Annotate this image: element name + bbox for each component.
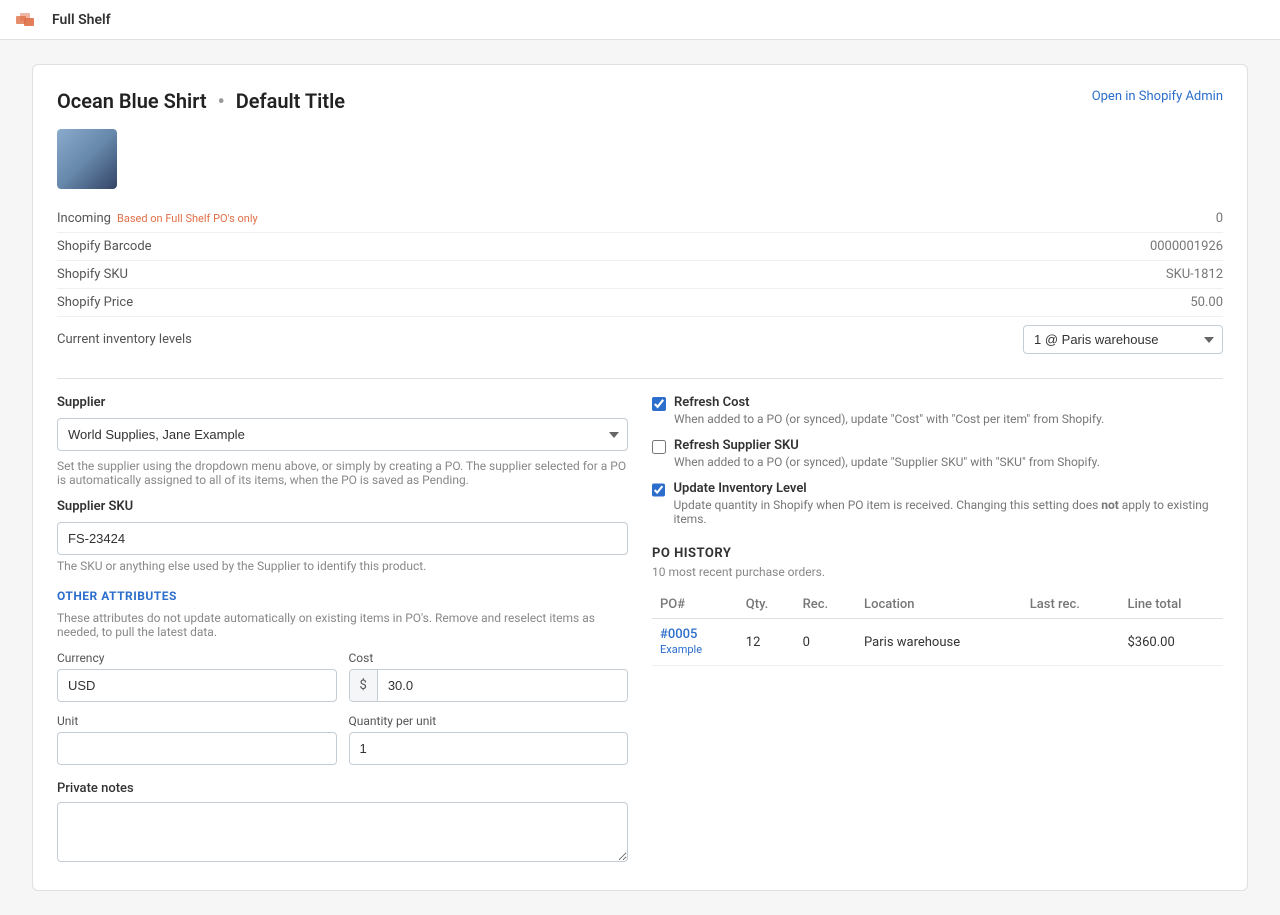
refresh-cost-row: Refresh Cost When added to a PO (or sync… [652, 395, 1223, 426]
po-history-title: PO HISTORY [652, 546, 1223, 561]
po-rec-cell: 0 [795, 619, 856, 666]
open-shopify-link[interactable]: Open in Shopify Admin [1092, 89, 1223, 104]
update-inv-row: Update Inventory Level Update quantity i… [652, 481, 1223, 526]
col-location: Location [856, 591, 1022, 619]
po-link[interactable]: #0005 [660, 627, 697, 642]
private-notes-textarea[interactable] [57, 802, 628, 862]
update-inv-checkbox[interactable] [652, 483, 665, 497]
update-inv-label[interactable]: Update Inventory Level [673, 481, 806, 496]
unit-field-group: Unit [57, 714, 337, 765]
private-notes-label: Private notes [57, 781, 628, 796]
qty-per-unit-label: Quantity per unit [349, 714, 629, 728]
inventory-select[interactable]: 1 @ Paris warehouse All locations London… [1023, 325, 1223, 354]
unit-label: Unit [57, 714, 337, 728]
checkboxes-section: Refresh Cost When added to a PO (or sync… [652, 395, 1223, 526]
po-last-rec-cell [1022, 619, 1120, 666]
unit-qty-row: Unit Quantity per unit [57, 714, 628, 765]
incoming-value: 0 [1216, 211, 1223, 226]
refresh-cost-checkbox[interactable] [652, 397, 666, 411]
po-table: PO# Qty. Rec. Location Last rec. Line to… [652, 591, 1223, 666]
left-column: Supplier World Supplies, Jane Example Ot… [57, 395, 628, 866]
other-attrs-header: OTHER ATTRIBUTES [57, 589, 628, 603]
product-header: Ocean Blue Shirt • Default Title Open in… [57, 89, 1223, 113]
cost-field-group: Cost $ [349, 651, 629, 702]
table-row: #0005 Example 12 0 Paris warehouse $360.… [652, 619, 1223, 666]
product-title: Ocean Blue Shirt • Default Title [57, 89, 345, 113]
cost-label: Cost [349, 651, 629, 665]
inventory-row: Current inventory levels 1 @ Paris wareh… [57, 317, 1223, 362]
barcode-row: Shopify Barcode 0000001926 [57, 233, 1223, 261]
incoming-row: Incoming Based on Full Shelf PO's only 0 [57, 205, 1223, 233]
cost-prefix: $ [350, 670, 378, 701]
sku-value: SKU-1812 [1166, 267, 1223, 282]
supplier-sku-label: Supplier SKU [57, 499, 628, 514]
sku-row: Shopify SKU SKU-1812 [57, 261, 1223, 289]
update-inv-desc: Update quantity in Shopify when PO item … [673, 498, 1223, 526]
po-example: Example [660, 643, 702, 656]
cost-input-wrap: $ [349, 669, 629, 702]
po-num-cell: #0005 Example [652, 619, 738, 666]
supplier-select[interactable]: World Supplies, Jane Example Other Suppl… [57, 418, 628, 451]
currency-field-group: Currency [57, 651, 337, 702]
po-location-cell: Paris warehouse [856, 619, 1022, 666]
qty-per-unit-field-group: Quantity per unit [349, 714, 629, 765]
nav-brand: Full Shelf [52, 12, 111, 28]
po-history-sub: 10 most recent purchase orders. [652, 565, 1223, 579]
supplier-label: Supplier [57, 395, 628, 410]
refresh-sku-label[interactable]: Refresh Supplier SKU [674, 438, 799, 453]
col-rec: Rec. [795, 591, 856, 619]
two-col-layout: Supplier World Supplies, Jane Example Ot… [57, 395, 1223, 866]
top-nav: Full Shelf [0, 0, 1280, 40]
col-line-total: Line total [1119, 591, 1223, 619]
price-value: 50.00 [1190, 295, 1223, 310]
refresh-cost-desc: When added to a PO (or synced), update "… [674, 412, 1104, 426]
refresh-sku-desc: When added to a PO (or synced), update "… [674, 455, 1100, 469]
col-qty: Qty. [738, 591, 795, 619]
price-row: Shopify Price 50.00 [57, 289, 1223, 317]
currency-input[interactable] [57, 669, 337, 702]
barcode-value: 0000001926 [1150, 239, 1223, 254]
currency-cost-row: Currency Cost $ [57, 651, 628, 702]
section-divider [57, 378, 1223, 379]
po-line-total-cell: $360.00 [1119, 619, 1223, 666]
refresh-sku-checkbox[interactable] [652, 440, 666, 454]
supplier-sku-hint: The SKU or anything else used by the Sup… [57, 559, 628, 573]
unit-input[interactable] [57, 732, 337, 765]
qty-per-unit-input[interactable] [349, 732, 629, 765]
refresh-cost-label[interactable]: Refresh Cost [674, 395, 750, 410]
supplier-sku-input[interactable] [57, 522, 628, 555]
po-table-header-row: PO# Qty. Rec. Location Last rec. Line to… [652, 591, 1223, 619]
cost-input[interactable] [378, 670, 627, 701]
other-attrs-hint: These attributes do not update automatic… [57, 611, 628, 639]
col-po-num: PO# [652, 591, 738, 619]
supplier-hint: Set the supplier using the dropdown menu… [57, 459, 628, 487]
currency-label: Currency [57, 651, 337, 665]
po-qty-cell: 12 [738, 619, 795, 666]
product-image [57, 129, 117, 189]
col-last-rec: Last rec. [1022, 591, 1120, 619]
right-column: Refresh Cost When added to a PO (or sync… [652, 395, 1223, 866]
refresh-sku-row: Refresh Supplier SKU When added to a PO … [652, 438, 1223, 469]
logo-icon [16, 10, 44, 30]
